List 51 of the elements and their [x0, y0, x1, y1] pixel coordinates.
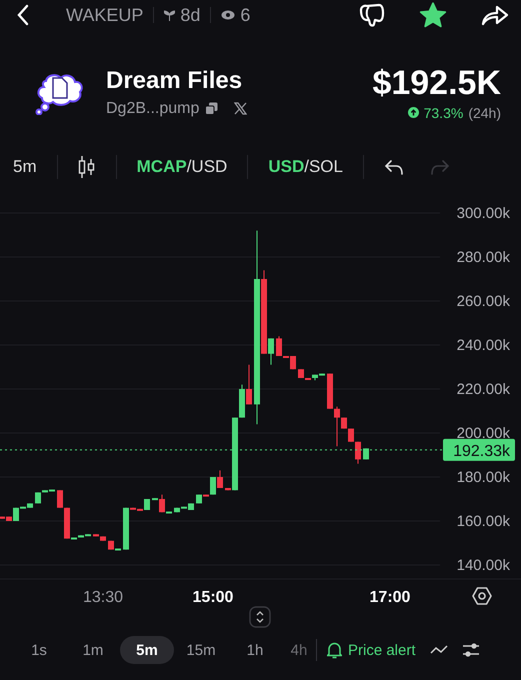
y-axis-label: 160.00k	[456, 513, 510, 530]
x-logo-link[interactable]	[234, 102, 248, 115]
age-label: 8d	[180, 4, 200, 26]
eye-icon	[221, 10, 236, 20]
y-axis-label: 180.00k	[456, 469, 510, 486]
interval-tab[interactable]: 1s	[12, 636, 66, 664]
undo-button[interactable]	[384, 159, 404, 175]
line-chart-button[interactable]	[430, 645, 448, 655]
interval-tab[interactable]: 5m	[120, 636, 174, 664]
y-axis-label: 220.00k	[456, 381, 510, 398]
ticker-label: WAKEUP	[66, 4, 144, 26]
megaphone-button[interactable]	[357, 2, 385, 28]
sprout-icon	[164, 9, 176, 21]
favorite-star-button[interactable]	[419, 2, 447, 28]
back-button[interactable]	[16, 4, 30, 26]
y-axis-label: 260.00k	[456, 293, 510, 310]
interval-tab[interactable]: 4h	[282, 636, 316, 664]
interval-tab[interactable]: 1m	[66, 636, 120, 664]
current-price-tag: 192.33k	[443, 438, 515, 461]
change-percent: 73.3%	[424, 104, 464, 120]
copy-button[interactable]	[205, 102, 218, 115]
x-axis-label: 15:00	[192, 589, 234, 606]
interval-tab[interactable]: 15m	[174, 636, 228, 664]
up-arrow-icon	[408, 107, 419, 118]
price-alert-button[interactable]: Price alert	[327, 642, 416, 658]
x-axis-label: 13:30	[82, 589, 124, 606]
candlestick-type-button[interactable]	[78, 155, 96, 179]
token-address: Dg2B...pump	[106, 100, 200, 118]
token-name: Dream Files	[106, 66, 244, 94]
y-axis-label: 300.00k	[456, 205, 510, 222]
candle	[363, 448, 369, 460]
unit-toggle-option[interactable]: MCAP	[136, 157, 187, 177]
unit-toggle-option[interactable]: USD	[268, 157, 304, 177]
interval-button[interactable]: 5m	[13, 157, 37, 177]
y-axis-label: 140.00k	[456, 557, 510, 574]
chart-settings-button[interactable]	[472, 586, 492, 606]
toggle-separator: /	[304, 157, 309, 177]
toggle-separator: /	[186, 157, 192, 177]
sliders-button[interactable]	[462, 642, 480, 658]
unit-toggle-option[interactable]: SOL	[308, 157, 343, 177]
market-cap-value: $192.5K	[372, 64, 501, 102]
x-axis-label: 17:00	[370, 589, 410, 606]
share-button[interactable]	[481, 3, 509, 27]
interval-tab[interactable]: 1h	[228, 636, 282, 664]
unit-toggle-option[interactable]: USD	[191, 157, 228, 177]
y-axis-label: 280.00k	[456, 249, 510, 266]
expand-handle-button[interactable]	[249, 606, 271, 628]
y-axis-label: 240.00k	[456, 337, 510, 354]
bell-icon	[327, 642, 342, 658]
change-period: (24h)	[468, 104, 501, 120]
watcher-count: 6	[240, 4, 250, 26]
